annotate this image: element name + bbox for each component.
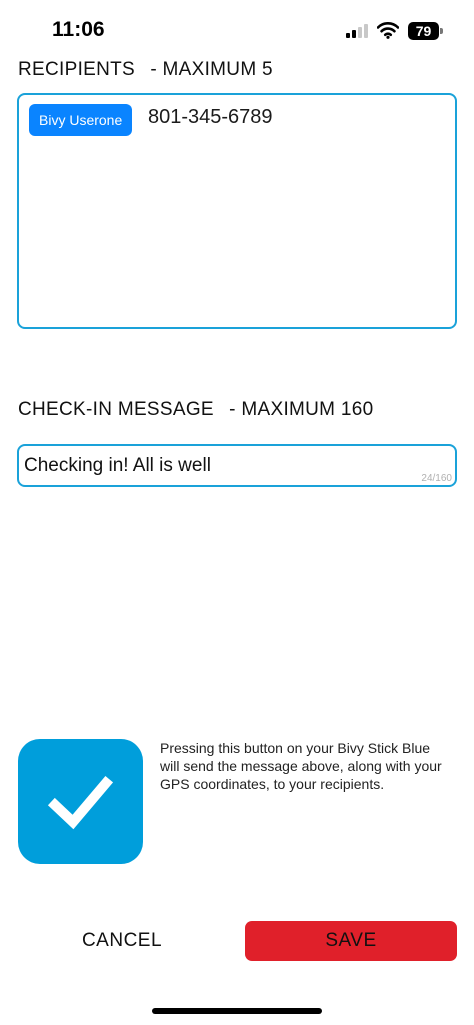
message-input[interactable] xyxy=(24,453,404,479)
recipients-heading: RECIPIENTS - MAXIMUM 5 xyxy=(18,59,273,81)
save-button[interactable]: SAVE xyxy=(245,921,457,961)
message-label: CHECK-IN MESSAGE xyxy=(18,399,214,420)
message-heading: CHECK-IN MESSAGE - MAXIMUM 160 xyxy=(18,399,373,421)
status-bar: 11:06 79 xyxy=(0,0,474,56)
recipients-label: RECIPIENTS xyxy=(18,59,136,80)
battery-level: 79 xyxy=(408,22,439,40)
recipient-phone-number[interactable]: 801-345-6789 xyxy=(148,106,273,129)
checkmark-icon xyxy=(47,775,114,830)
message-field[interactable]: 24/160 xyxy=(17,444,457,487)
cancel-button[interactable]: CANCEL xyxy=(42,921,202,961)
home-indicator xyxy=(152,1008,322,1014)
recipient-chip[interactable]: Bivy Userone xyxy=(29,104,133,136)
recipients-limit: - MAXIMUM 5 xyxy=(150,59,273,80)
message-limit: - MAXIMUM 160 xyxy=(229,399,374,420)
status-time: 11:06 xyxy=(52,18,105,41)
recipients-input[interactable]: Bivy Userone 801-345-6789 xyxy=(17,93,457,329)
checkin-button-illustration xyxy=(18,739,143,864)
character-counter: 24/160 xyxy=(421,473,452,484)
cellular-signal-icon xyxy=(346,24,370,38)
battery-icon: 79 xyxy=(408,22,444,40)
wifi-icon xyxy=(377,22,399,39)
checkin-description: Pressing this button on your Bivy Stick … xyxy=(160,740,442,792)
